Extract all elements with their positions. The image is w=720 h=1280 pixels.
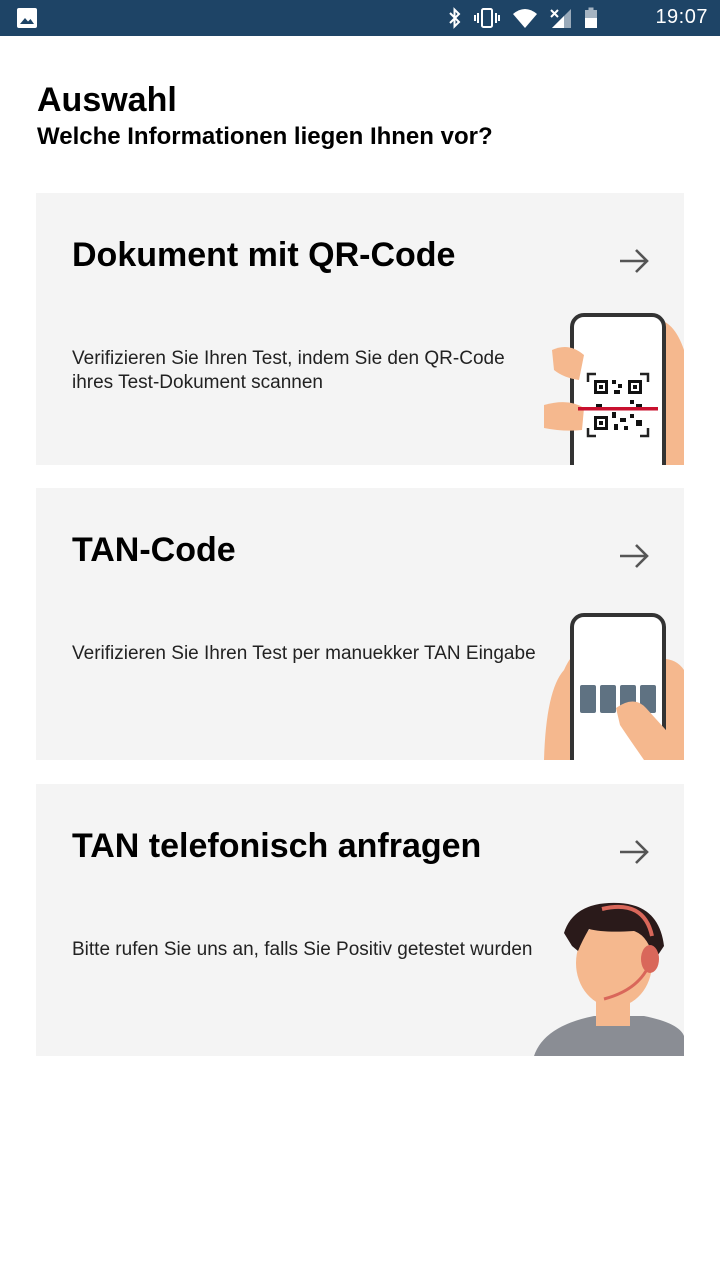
option-description: Verifizieren Sie Ihren Test per manuekke… bbox=[72, 643, 536, 664]
arrow-right-icon bbox=[620, 840, 649, 864]
option-description: Bitte rufen Sie uns an, falls Sie Positi… bbox=[72, 939, 533, 960]
battery-icon bbox=[585, 7, 597, 28]
tan-phone-illustration bbox=[544, 613, 684, 760]
option-title: TAN-Code bbox=[72, 531, 236, 569]
page-header: Auswahl Welche Informationen liegen Ihne… bbox=[37, 80, 493, 152]
qr-scan-phone-illustration bbox=[544, 313, 684, 465]
page-subtitle: Welche Informationen liegen Ihnen vor? bbox=[37, 123, 493, 150]
page-title: Auswahl bbox=[37, 81, 177, 119]
option-card-tan-code[interactable]: TAN-Code Verifizieren Sie Ihren Test per… bbox=[36, 488, 684, 760]
image-icon bbox=[17, 8, 37, 28]
hotline-agent-illustration bbox=[534, 902, 684, 1056]
option-title: TAN telefonisch anfragen bbox=[72, 827, 482, 865]
option-description: Verifizieren Sie Ihren Test, indem Sie d… bbox=[72, 348, 505, 393]
arrow-right-icon bbox=[620, 544, 649, 568]
vibrate-icon bbox=[474, 8, 500, 28]
wifi-icon bbox=[513, 9, 537, 28]
bluetooth-icon bbox=[449, 7, 461, 29]
status-time: 19:07 bbox=[655, 6, 708, 28]
option-title: Dokument mit QR-Code bbox=[72, 236, 456, 274]
arrow-right-icon bbox=[620, 249, 649, 273]
signal-icon bbox=[550, 9, 571, 28]
option-card-qr-code[interactable]: Dokument mit QR-Code Verifizieren Sie Ih… bbox=[36, 193, 684, 465]
status-bar: 19:07 bbox=[0, 0, 720, 36]
option-card-tan-phone[interactable]: TAN telefonisch anfragen Bitte rufen Sie… bbox=[36, 784, 684, 1056]
